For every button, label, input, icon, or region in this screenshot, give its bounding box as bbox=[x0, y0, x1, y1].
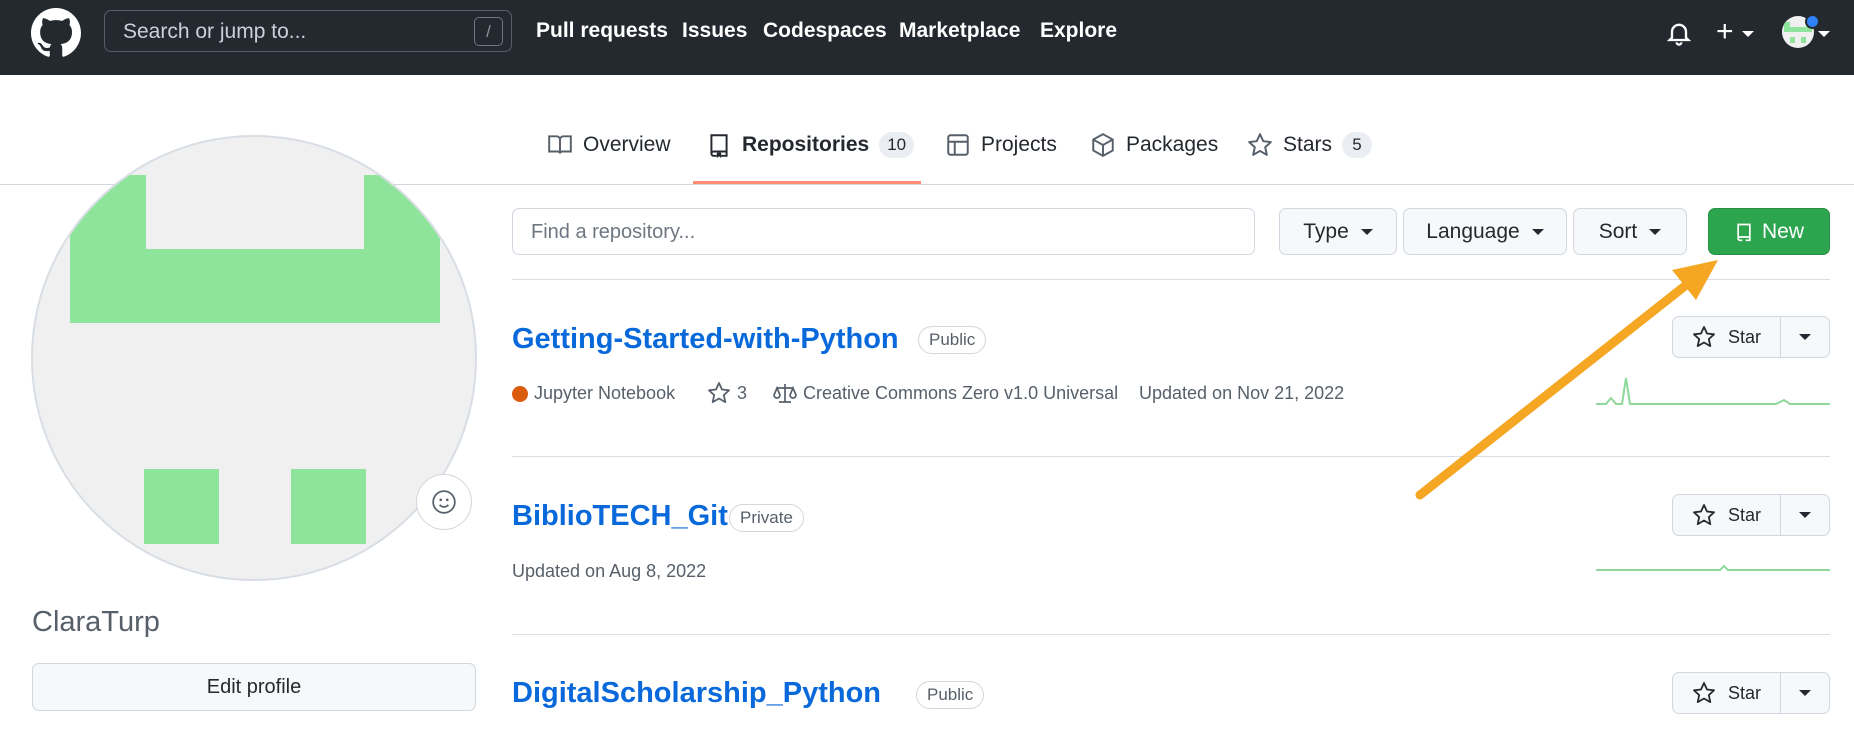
star-button-main[interactable]: Star bbox=[1673, 673, 1781, 713]
chevron-down-icon bbox=[1799, 690, 1811, 696]
star-lists-dropdown[interactable] bbox=[1781, 317, 1829, 357]
create-new-plus-icon[interactable]: + bbox=[1716, 17, 1734, 47]
nav-pull-requests[interactable]: Pull requests bbox=[536, 19, 668, 43]
repositories-count-badge: 10 bbox=[879, 132, 915, 158]
visibility-badge: Private bbox=[729, 504, 804, 532]
repo-name-link[interactable]: Getting-Started-with-Python bbox=[512, 323, 899, 356]
repo-icon bbox=[710, 134, 728, 158]
star-icon bbox=[708, 382, 730, 403]
sort-button[interactable]: Sort bbox=[1573, 208, 1687, 255]
set-status-button[interactable] bbox=[416, 474, 472, 530]
active-tab-underline bbox=[693, 181, 921, 184]
language-color-dot bbox=[512, 385, 528, 402]
table-icon bbox=[947, 134, 969, 156]
star-count: 3 bbox=[737, 382, 748, 403]
tab-packages-label: Packages bbox=[1126, 133, 1219, 156]
visibility-badge: Public bbox=[916, 681, 985, 709]
activity-sparkline bbox=[1596, 564, 1830, 571]
star-button[interactable]: Star bbox=[1672, 672, 1830, 714]
nav-explore[interactable]: Explore bbox=[1040, 19, 1117, 43]
list-divider bbox=[512, 279, 1830, 280]
create-menu-caret-icon[interactable] bbox=[1742, 31, 1754, 37]
chevron-down-icon bbox=[1799, 512, 1811, 518]
type-filter-label: Type bbox=[1303, 219, 1349, 243]
star-lists-dropdown[interactable] bbox=[1781, 495, 1829, 535]
global-header: Search or jump to... / Pull requests Iss… bbox=[0, 0, 1854, 75]
edit-profile-button[interactable]: Edit profile bbox=[32, 663, 476, 711]
profile-avatar[interactable] bbox=[31, 135, 477, 581]
star-icon bbox=[1693, 504, 1715, 525]
visibility-badge: Public bbox=[918, 326, 987, 354]
tab-projects[interactable]: Projects bbox=[945, 133, 1057, 185]
package-icon bbox=[1092, 133, 1114, 157]
stars-count-badge: 5 bbox=[1342, 132, 1373, 158]
language-filter-label: Language bbox=[1426, 219, 1520, 243]
global-search-input[interactable]: Search or jump to... / bbox=[104, 10, 512, 52]
new-repository-button[interactable]: New bbox=[1708, 208, 1830, 255]
list-divider bbox=[512, 456, 1830, 457]
type-filter-button[interactable]: Type bbox=[1279, 208, 1397, 255]
star-icon bbox=[1693, 682, 1715, 703]
list-divider bbox=[512, 634, 1830, 635]
github-logo-icon[interactable] bbox=[31, 8, 81, 58]
find-repository-placeholder: Find a repository... bbox=[531, 221, 696, 243]
chevron-down-icon bbox=[1799, 334, 1811, 340]
smiley-icon bbox=[432, 490, 456, 514]
chevron-down-icon bbox=[1649, 228, 1662, 235]
star-icon bbox=[1248, 133, 1272, 156]
repo-updated: Updated on Nov 21, 2022 bbox=[1139, 383, 1345, 403]
repo-name-link[interactable]: DigitalScholarship_Python bbox=[512, 677, 881, 710]
star-icon bbox=[1693, 326, 1715, 347]
repo-icon bbox=[1737, 223, 1751, 241]
repo-license: Creative Commons Zero v1.0 Universal bbox=[773, 381, 1118, 405]
tab-overview[interactable]: Overview bbox=[547, 133, 671, 185]
tab-projects-label: Projects bbox=[981, 133, 1057, 156]
search-shortcut-key: / bbox=[474, 17, 503, 46]
star-button-main[interactable]: Star bbox=[1673, 495, 1781, 535]
search-placeholder: Search or jump to... bbox=[123, 20, 307, 43]
star-button[interactable]: Star bbox=[1672, 316, 1830, 358]
star-lists-dropdown[interactable] bbox=[1781, 673, 1829, 713]
tab-repositories-label: Repositories bbox=[742, 133, 870, 156]
chevron-down-icon bbox=[1531, 228, 1544, 235]
repo-stargazers-link[interactable]: 3 bbox=[707, 381, 747, 405]
language-filter-button[interactable]: Language bbox=[1403, 208, 1567, 255]
book-icon bbox=[548, 135, 572, 154]
user-menu-caret-icon[interactable] bbox=[1818, 31, 1830, 37]
repo-updated: Updated on Aug 8, 2022 bbox=[512, 561, 707, 581]
profile-username: ClaraTurp bbox=[32, 606, 160, 638]
tab-overview-label: Overview bbox=[583, 133, 671, 156]
nav-marketplace[interactable]: Marketplace bbox=[899, 19, 1020, 43]
nav-issues[interactable]: Issues bbox=[682, 19, 747, 43]
new-button-label: New bbox=[1761, 219, 1804, 243]
tab-repositories[interactable]: Repositories 10 bbox=[706, 132, 915, 185]
tab-stars[interactable]: Stars 5 bbox=[1247, 132, 1373, 185]
chevron-down-icon bbox=[1360, 228, 1373, 235]
notifications-bell-icon[interactable] bbox=[1665, 19, 1693, 47]
law-scale-icon bbox=[773, 384, 797, 403]
star-button-main[interactable]: Star bbox=[1673, 317, 1781, 357]
status-indicator-dot bbox=[1805, 14, 1820, 29]
star-label: Star bbox=[1727, 504, 1761, 525]
activity-sparkline bbox=[1596, 377, 1830, 405]
sort-label: Sort bbox=[1598, 219, 1638, 243]
language-label: Jupyter Notebook bbox=[534, 383, 676, 403]
star-label: Star bbox=[1727, 326, 1761, 347]
repo-name-link[interactable]: BiblioTECH_Git bbox=[512, 500, 728, 533]
nav-codespaces[interactable]: Codespaces bbox=[763, 19, 887, 43]
find-repository-input[interactable]: Find a repository... bbox=[512, 208, 1255, 255]
tab-stars-label: Stars bbox=[1283, 133, 1333, 156]
tab-packages[interactable]: Packages bbox=[1090, 133, 1218, 185]
star-button[interactable]: Star bbox=[1672, 494, 1830, 536]
license-label: Creative Commons Zero v1.0 Universal bbox=[803, 382, 1119, 403]
repo-language: Jupyter Notebook bbox=[512, 383, 675, 404]
star-label: Star bbox=[1727, 682, 1761, 703]
